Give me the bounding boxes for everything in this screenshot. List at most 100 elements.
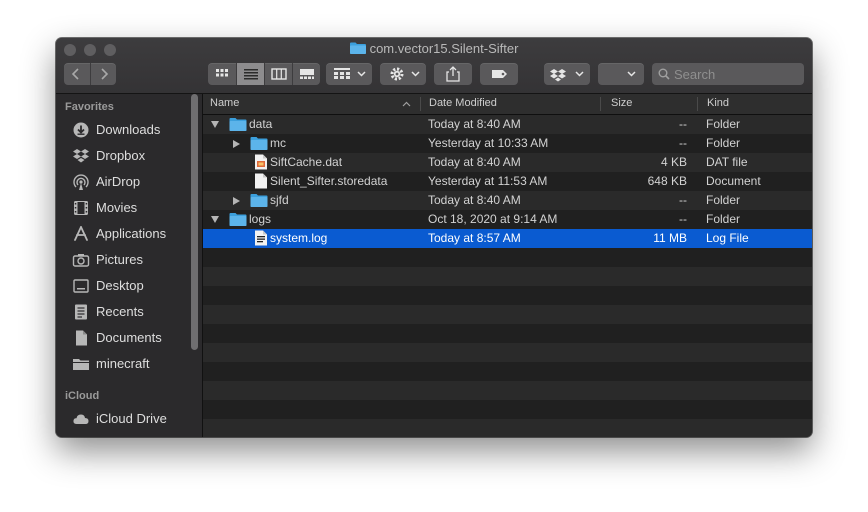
action-button[interactable]: [380, 63, 426, 85]
row-stripe: [203, 419, 812, 437]
column-date-modified[interactable]: Date Modified: [429, 97, 497, 109]
disclosure-collapsed-icon[interactable]: [233, 140, 240, 148]
column-name[interactable]: Name: [210, 97, 239, 109]
sidebar-scrollbar[interactable]: [191, 94, 198, 350]
sidebar-item-minecraft[interactable]: minecraft: [64, 353, 196, 375]
camera-icon: [72, 254, 90, 267]
file-row[interactable]: system.log Today at 8:57 AM 11 MB Log File: [203, 229, 812, 248]
file-name: sjfd: [270, 193, 289, 207]
list-view-button[interactable]: [236, 63, 265, 85]
share-button[interactable]: [434, 63, 472, 85]
sidebar-item-dropbox[interactable]: Dropbox: [64, 145, 196, 167]
file-name: Silent_Sifter.storedata: [270, 174, 388, 188]
dropbox-button[interactable]: [544, 63, 590, 85]
file-row[interactable]: data Today at 8:40 AM -- Folder: [203, 115, 812, 134]
applications-icon: [74, 226, 88, 241]
file-kind: Log File: [706, 231, 749, 245]
group-by-button[interactable]: [326, 63, 372, 85]
airdrop-icon: [73, 174, 89, 190]
document-icon: [255, 173, 267, 189]
search-field[interactable]: Search: [652, 63, 804, 85]
tags-button[interactable]: [480, 63, 518, 85]
back-button[interactable]: [64, 63, 89, 85]
file-date-modified: Today at 8:40 AM: [428, 193, 521, 207]
finder-window: com.vector15.Silent-Sifter Search Favori…: [56, 38, 812, 437]
file-size: 4 KB: [660, 155, 687, 169]
path-dropdown[interactable]: [598, 63, 644, 85]
file-size: --: [679, 117, 687, 131]
file-kind: Document: [706, 174, 761, 188]
sidebar-item-applications[interactable]: Applications: [64, 223, 196, 245]
gallery-view-button[interactable]: [292, 63, 321, 85]
sidebar-item-label: Applications: [96, 226, 167, 241]
sidebar-item-label: AirDrop: [96, 174, 141, 189]
desktop-icon: [73, 279, 89, 293]
file-kind: Folder: [706, 212, 741, 226]
column-header: Name Date Modified Size Kind: [203, 94, 812, 115]
sidebar-item-icloud-drive[interactable]: iCloud Drive: [64, 408, 196, 430]
file-row[interactable]: SiftCache.dat Today at 8:40 AM 4 KB DAT fil…: [203, 153, 812, 172]
dropbox-icon: [550, 69, 584, 82]
chevron-left-icon: [71, 68, 79, 80]
document-icon: [76, 330, 87, 346]
disclosure-expanded-icon[interactable]: [211, 121, 219, 128]
sidebar-item-documents[interactable]: Documents: [64, 327, 196, 349]
download-icon: [73, 122, 89, 138]
sidebar-item-airdrop[interactable]: AirDrop: [64, 171, 196, 193]
folder-icon: [73, 359, 89, 370]
sidebar-item-recents[interactable]: Recents: [64, 301, 196, 323]
favorites-heading: Favorites: [65, 101, 114, 113]
column-view-button[interactable]: [264, 63, 293, 85]
chevron-down-icon: [627, 71, 636, 77]
row-stripe: [203, 248, 812, 267]
back-forward-group: [64, 63, 116, 85]
folder-icon: [250, 137, 268, 150]
file-row[interactable]: sjfd Today at 8:40 AM -- Folder: [203, 191, 812, 210]
window-title: com.vector15.Silent-Sifter: [56, 41, 812, 56]
sidebar-item-label: minecraft: [96, 356, 150, 371]
sidebar-item-pictures[interactable]: Pictures: [64, 249, 196, 271]
row-stripe: [203, 343, 812, 362]
tag-icon: [492, 70, 507, 78]
disclosure-collapsed-icon[interactable]: [233, 197, 240, 205]
column-kind[interactable]: Kind: [707, 97, 729, 109]
sidebar-item-label: Documents: [96, 330, 162, 345]
file-row[interactable]: Silent_Sifter.storedata Yesterday at 11:5…: [203, 172, 812, 191]
row-stripe: [203, 305, 812, 324]
file-date-modified: Today at 8:40 AM: [428, 155, 521, 169]
file-list: Name Date Modified Size Kind data Today a…: [203, 94, 812, 437]
file-size: --: [679, 193, 687, 207]
file-size: --: [679, 136, 687, 150]
file-name: data: [249, 117, 273, 131]
folder-icon: [229, 118, 247, 131]
sidebar-item-label: Desktop: [96, 278, 144, 293]
view-mode-control: [208, 63, 320, 85]
column-size[interactable]: Size: [611, 97, 632, 109]
sidebar-item-desktop[interactable]: Desktop: [64, 275, 196, 297]
sidebar-item-label: Movies: [96, 200, 138, 215]
sidebar-item-downloads[interactable]: Downloads: [64, 119, 196, 141]
dat-file-icon: [255, 154, 267, 170]
file-date-modified: Today at 8:40 AM: [428, 117, 521, 131]
row-stripe: [203, 286, 812, 305]
row-stripe: [203, 381, 812, 400]
forward-button[interactable]: [91, 63, 116, 85]
share-icon: [446, 66, 460, 82]
window-title-text: com.vector15.Silent-Sifter: [369, 41, 519, 56]
list-icon: [244, 69, 258, 80]
search-placeholder: Search: [674, 67, 716, 82]
file-date-modified: Today at 8:57 AM: [428, 231, 521, 245]
folder-icon: [250, 194, 268, 207]
sidebar-item-label: Downloads: [96, 122, 161, 137]
titlebar: com.vector15.Silent-Sifter Search: [56, 38, 812, 94]
file-size: 11 MB: [653, 231, 687, 245]
sidebar-item-movies[interactable]: Movies: [64, 197, 196, 219]
disclosure-expanded-icon[interactable]: [211, 216, 219, 223]
file-name: SiftCache.dat: [270, 155, 343, 169]
row-stripe: [203, 362, 812, 381]
columns-icon: [271, 68, 287, 80]
file-row[interactable]: mc Yesterday at 10:33 AM -- Folder: [203, 134, 812, 153]
file-row[interactable]: logs Oct 18, 2020 at 9:14 AM -- Folder: [203, 210, 812, 229]
grid-icon: [216, 69, 228, 77]
icon-view-button[interactable]: [208, 63, 236, 85]
